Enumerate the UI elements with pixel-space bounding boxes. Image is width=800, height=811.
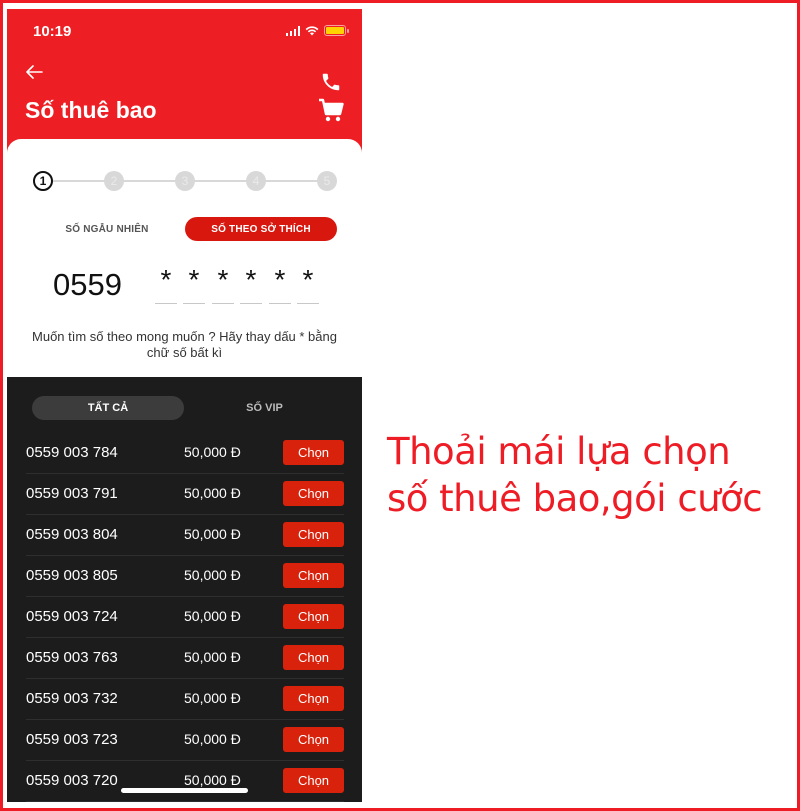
select-button[interactable]: Chọn bbox=[283, 563, 344, 588]
battery-icon bbox=[324, 25, 349, 36]
list-item: 0559 003 763 50,000 Đ Chọn bbox=[26, 638, 344, 679]
hint-text: Muốn tìm số theo mong muốn ? Hãy thay dấ… bbox=[32, 329, 337, 360]
phone-number: 0559 003 724 bbox=[26, 608, 118, 625]
signal-icon bbox=[285, 25, 300, 36]
phone-number: 0559 003 732 bbox=[26, 690, 118, 707]
status-icons bbox=[285, 25, 349, 36]
step-2: 2 bbox=[104, 171, 124, 191]
list-item: 0559 003 804 50,000 Đ Chọn bbox=[26, 515, 344, 556]
list-tabs: TẤT CẢ SỐ VIP bbox=[32, 396, 342, 420]
list-item: 0559 003 805 50,000 Đ Chọn bbox=[26, 556, 344, 597]
phone-number: 0559 003 804 bbox=[26, 526, 118, 543]
select-button[interactable]: Chọn bbox=[283, 727, 344, 752]
tab-random-number[interactable]: SỐ NGẪU NHIÊN bbox=[37, 217, 177, 241]
tab-vip[interactable]: SỐ VIP bbox=[187, 396, 342, 420]
list-item: 0559 003 723 50,000 Đ Chọn bbox=[26, 720, 344, 761]
digit-field[interactable]: * bbox=[297, 263, 319, 304]
wifi-icon bbox=[305, 26, 319, 36]
price: 50,000 Đ bbox=[184, 526, 241, 542]
price: 50,000 Đ bbox=[184, 567, 241, 583]
price: 50,000 Đ bbox=[184, 772, 241, 788]
select-button[interactable]: Chọn bbox=[283, 604, 344, 629]
select-button[interactable]: Chọn bbox=[283, 768, 344, 793]
digit-field[interactable]: * bbox=[183, 263, 205, 304]
price: 50,000 Đ bbox=[184, 444, 241, 460]
number-list: 0559 003 784 50,000 Đ Chọn 0559 003 791 … bbox=[26, 433, 344, 802]
list-item: 0559 003 791 50,000 Đ Chọn bbox=[26, 474, 344, 515]
promo-caption: Thoải mái lựa chọn số thuê bao,gói cước bbox=[387, 428, 763, 522]
price: 50,000 Đ bbox=[184, 649, 241, 665]
list-item: 0559 003 732 50,000 Đ Chọn bbox=[26, 679, 344, 720]
digit-field[interactable]: * bbox=[155, 263, 177, 304]
list-item: 0559 003 720 50,000 Đ Chọn bbox=[26, 761, 344, 802]
promo-line-1: Thoải mái lựa chọn bbox=[387, 430, 731, 473]
phone-number: 0559 003 805 bbox=[26, 567, 118, 584]
phone-icon[interactable] bbox=[320, 71, 342, 93]
mode-tabs: SỐ NGẪU NHIÊN SỐ THEO SỞ THÍCH bbox=[37, 217, 337, 241]
home-indicator[interactable] bbox=[121, 788, 248, 793]
arrow-left-icon[interactable] bbox=[23, 61, 45, 83]
tab-preferred-number[interactable]: SỐ THEO SỞ THÍCH bbox=[185, 217, 337, 241]
price: 50,000 Đ bbox=[184, 608, 241, 624]
number-prefix: 0559 bbox=[53, 267, 122, 302]
promo-line-2: số thuê bao,gói cước bbox=[387, 477, 763, 520]
select-button[interactable]: Chọn bbox=[283, 481, 344, 506]
number-pattern-input: 0559 * * * * * * bbox=[7, 263, 362, 313]
status-time: 10:19 bbox=[33, 23, 72, 40]
digit-field[interactable]: * bbox=[212, 263, 234, 304]
page-title: Số thuê bao bbox=[25, 97, 157, 123]
selection-card: 1 2 3 4 5 SỐ NGẪU NHIÊN SỐ THEO SỞ THÍCH… bbox=[7, 139, 362, 389]
price: 50,000 Đ bbox=[184, 731, 241, 747]
phone-screen: 10:19 Số thuê bao 1 2 3 4 5 SỐ NGẪU NHIÊ… bbox=[7, 9, 362, 802]
list-item: 0559 003 784 50,000 Đ Chọn bbox=[26, 433, 344, 474]
price: 50,000 Đ bbox=[184, 690, 241, 706]
digit-field[interactable]: * bbox=[240, 263, 262, 304]
tab-all[interactable]: TẤT CẢ bbox=[32, 396, 184, 420]
select-button[interactable]: Chọn bbox=[283, 522, 344, 547]
phone-number: 0559 003 791 bbox=[26, 485, 118, 502]
app-header: 10:19 Số thuê bao bbox=[7, 9, 362, 159]
digit-field[interactable]: * bbox=[269, 263, 291, 304]
phone-number: 0559 003 784 bbox=[26, 444, 118, 461]
step-4: 4 bbox=[246, 171, 266, 191]
select-button[interactable]: Chọn bbox=[283, 440, 344, 465]
number-list-panel: TẤT CẢ SỐ VIP 0559 003 784 50,000 Đ Chọn… bbox=[7, 377, 362, 802]
phone-number: 0559 003 723 bbox=[26, 731, 118, 748]
cart-icon[interactable] bbox=[318, 97, 344, 123]
step-3: 3 bbox=[175, 171, 195, 191]
phone-number: 0559 003 763 bbox=[26, 649, 118, 666]
progress-stepper: 1 2 3 4 5 bbox=[33, 171, 337, 191]
select-button[interactable]: Chọn bbox=[283, 686, 344, 711]
select-button[interactable]: Chọn bbox=[283, 645, 344, 670]
phone-number: 0559 003 720 bbox=[26, 772, 118, 789]
step-5: 5 bbox=[317, 171, 337, 191]
list-item: 0559 003 724 50,000 Đ Chọn bbox=[26, 597, 344, 638]
step-1: 1 bbox=[33, 171, 53, 191]
price: 50,000 Đ bbox=[184, 485, 241, 501]
